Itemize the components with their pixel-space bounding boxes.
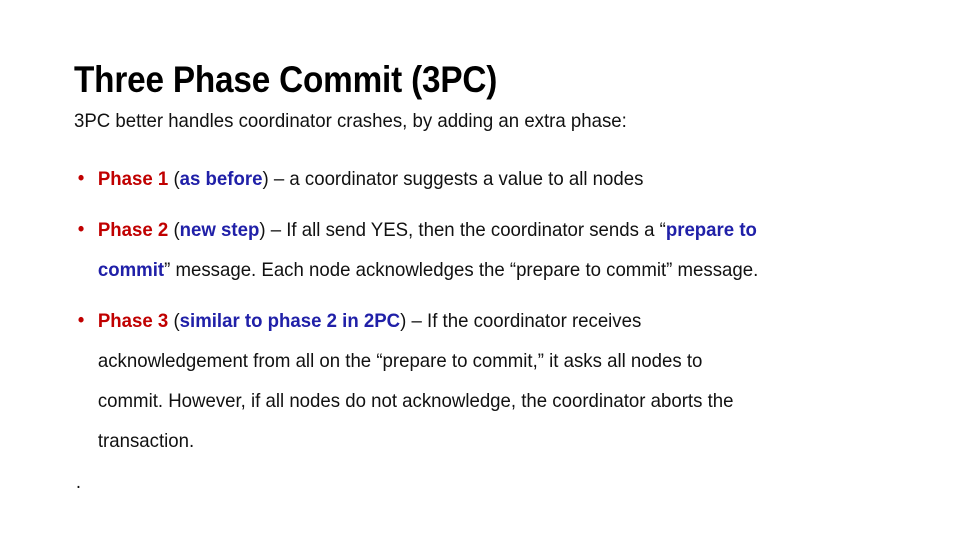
bullet-line-wrap: transaction. [97,429,195,452]
bullet-marker-icon: • [77,309,85,331]
phase-label: Phase 3 [97,309,169,332]
bullet-marker-icon: • [77,167,85,189]
quoted-message-part: commit [97,258,165,281]
phase-label: Phase 2 [97,218,169,241]
bullet-item-phase-3: • Phase 3 (similar to phase 2 in 2PC) – … [74,301,867,461]
phase-description: ” message. Each node acknowledges the “p… [164,258,759,281]
phase-description: ) – a coordinator suggests a value to al… [262,167,644,190]
bullet-line: Phase 1 (as before) – a coordinator sugg… [98,159,867,199]
phase-annotation: similar to phase 2 in 2PC [179,309,401,332]
phase-annotation: as before [179,167,263,190]
page-title: Three Phase Commit (3PC) [74,58,498,100]
bullet-line: Phase 2 (new step) – If all send YES, th… [98,210,867,250]
slide-body: 3PC better handles coordinator crashes, … [74,110,904,493]
quoted-message-part: prepare to [665,218,757,241]
bullet-item-phase-1: • Phase 1 (as before) – a coordinator su… [74,159,867,199]
open-paren: ( [168,309,180,332]
phase-description: ) – If the coordinator receives [400,309,642,332]
slide-canvas: Three Phase Commit (3PC) 3PC better hand… [0,0,960,540]
phase-annotation: new step [179,218,260,241]
bullet-item-phase-2: • Phase 2 (new step) – If all send YES, … [74,210,867,290]
phase-description: ) – If all send YES, then the coordinato… [259,218,666,241]
phase-label: Phase 1 [97,167,169,190]
bullet-line-wrap: acknowledgement from all on the “prepare… [97,349,703,372]
trailing-period: . [75,470,82,493]
bullet-line-wrap: commit. However, if all nodes do not ack… [97,389,734,412]
open-paren: ( [168,218,180,241]
bullet-line-wrap: commit” message. Each node acknowledges … [98,250,867,290]
bullet-line: Phase 3 (similar to phase 2 in 2PC) – If… [98,301,867,341]
open-paren: ( [168,167,180,190]
bullet-marker-icon: • [77,218,85,240]
intro-paragraph: 3PC better handles coordinator crashes, … [74,110,627,132]
